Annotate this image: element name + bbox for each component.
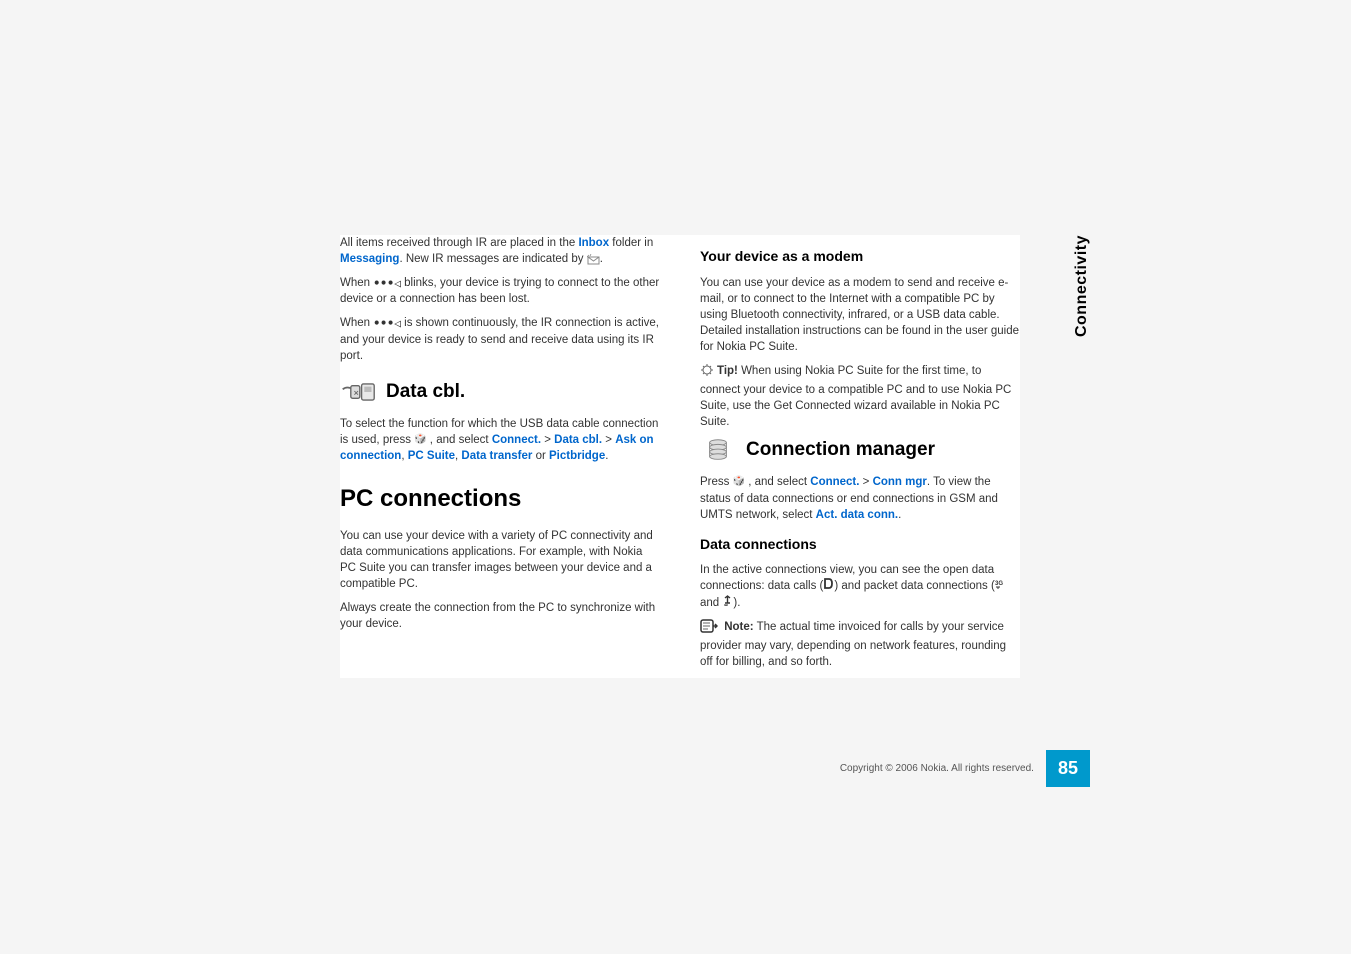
text: .	[898, 509, 901, 521]
text: .	[600, 253, 603, 265]
modem-heading: Your device as a modem	[700, 247, 1020, 267]
tip-block: Tip! When using Nokia PC Suite for the f…	[700, 363, 1020, 430]
data-connections-paragraph: In the active connections view, you can …	[700, 562, 1020, 610]
note-icon	[700, 619, 718, 638]
data-cbl-link: Data cbl.	[554, 434, 602, 446]
packet-3g-icon: 3G	[995, 578, 1008, 594]
inbox-link: Inbox	[578, 237, 609, 249]
connect-link: Connect.	[810, 476, 859, 488]
text: >	[602, 434, 615, 446]
connect-link: Connect.	[492, 434, 541, 446]
text: Press	[700, 476, 733, 488]
right-column: Your device as a modem You can use your …	[695, 235, 1020, 678]
text: , and select	[427, 434, 492, 446]
text: , and select	[745, 476, 810, 488]
ir-continuous-paragraph: When •••◁ is shown continuously, the IR …	[340, 315, 660, 363]
text: ).	[733, 597, 740, 609]
menu-key-icon: 🎲	[414, 433, 426, 447]
ir-message-icon	[587, 254, 600, 265]
document-page: All items received through IR are placed…	[340, 235, 1020, 678]
data-connections-heading: Data connections	[700, 535, 1020, 555]
tip-text: When using Nokia PC Suite for the first …	[700, 365, 1011, 428]
pc-suite-link: PC Suite	[408, 450, 455, 462]
data-cable-icon	[340, 378, 376, 406]
note-label: Note:	[724, 621, 753, 633]
text: >	[541, 434, 554, 446]
text: or	[532, 450, 549, 462]
text: >	[859, 476, 872, 488]
pc-connectivity-paragraph: You can use your device with a variety o…	[340, 528, 660, 592]
pc-connections-heading: PC connections	[340, 482, 660, 516]
conn-mgr-paragraph: Press 🎲 , and select Connect. > Conn mgr…	[700, 474, 1020, 522]
menu-key-icon: 🎲	[733, 475, 745, 489]
pc-sync-paragraph: Always create the connection from the PC…	[340, 600, 660, 632]
modem-paragraph: You can use your device as a modem to se…	[700, 275, 1020, 355]
heading-text: Connection manager	[746, 437, 935, 464]
note-block: Note: The actual time invoiced for calls…	[700, 619, 1020, 670]
data-transfer-link: Data transfer	[461, 450, 532, 462]
tip-label: Tip!	[717, 365, 738, 377]
data-cbl-paragraph: To select the function for which the USB…	[340, 416, 660, 464]
conn-mgr-link: Conn mgr	[873, 476, 927, 488]
text: When	[340, 277, 373, 289]
data-cbl-heading: Data cbl.	[340, 378, 660, 406]
svg-text:3G: 3G	[995, 581, 1003, 587]
left-column: All items received through IR are placed…	[340, 235, 665, 678]
text: . New IR messages are indicated by	[399, 253, 586, 265]
ir-indicator-icon: •••◁	[373, 315, 401, 331]
text: When	[340, 318, 373, 330]
page-number: 85	[1046, 750, 1090, 787]
messaging-link: Messaging	[340, 253, 399, 265]
pictbridge-link: Pictbridge	[549, 450, 605, 462]
packet-gprs-icon	[722, 595, 733, 611]
connection-manager-icon	[700, 436, 736, 464]
page-footer: Copyright © 2006 Nokia. All rights reser…	[340, 750, 1090, 787]
copyright-text: Copyright © 2006 Nokia. All rights reser…	[840, 763, 1034, 774]
text: folder in	[609, 237, 653, 249]
text: and	[700, 597, 722, 609]
section-tab: Connectivity	[1073, 235, 1091, 337]
text: ) and packet data connections (	[834, 580, 994, 592]
text: All items received through IR are placed…	[340, 237, 578, 249]
connection-manager-heading: Connection manager	[700, 436, 1020, 464]
ir-inbox-paragraph: All items received through IR are placed…	[340, 235, 660, 267]
text: .	[605, 450, 608, 462]
ir-indicator-icon: •••◁	[373, 275, 401, 291]
heading-text: Data cbl.	[386, 379, 465, 406]
act-data-conn-link: Act. data conn.	[816, 509, 898, 521]
data-call-d-icon	[823, 578, 834, 594]
tip-icon	[700, 363, 714, 382]
ir-blink-paragraph: When •••◁ blinks, your device is trying …	[340, 275, 660, 307]
